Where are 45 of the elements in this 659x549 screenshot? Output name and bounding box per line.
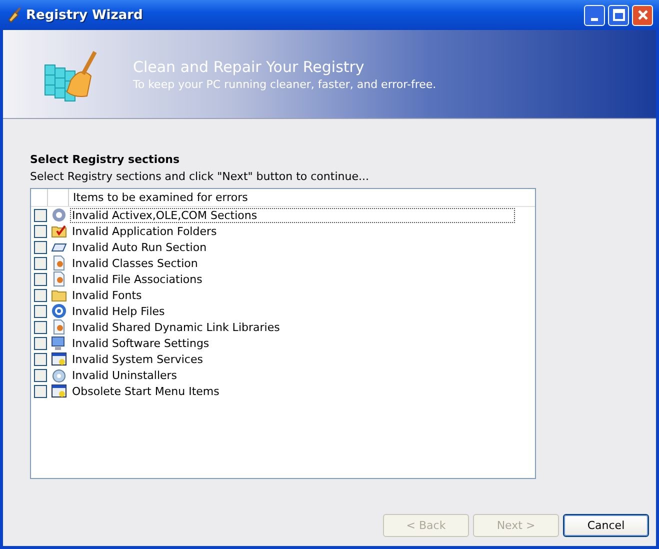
maximize-icon: [612, 9, 624, 21]
list-item[interactable]: Obsolete Start Menu Items: [70, 384, 222, 398]
disc-icon: [51, 367, 67, 383]
checkbox[interactable]: [34, 224, 47, 238]
document-icon: [51, 255, 67, 271]
checkbox[interactable]: [34, 272, 47, 286]
document-icon: [51, 271, 67, 287]
monitor-icon: [51, 335, 67, 351]
column-header[interactable]: Items to be examined for errors: [69, 189, 248, 206]
list-item[interactable]: Invalid Uninstallers: [70, 368, 180, 382]
cancel-button[interactable]: Cancel: [563, 514, 649, 537]
checkbox[interactable]: [34, 256, 47, 270]
checkbox[interactable]: [34, 384, 47, 398]
checkbox[interactable]: [34, 208, 47, 222]
folder-icon: [51, 223, 67, 239]
close-icon: [636, 9, 648, 21]
broom-icon: [6, 7, 22, 23]
list-item[interactable]: Invalid Fonts: [70, 288, 144, 302]
document-icon: [51, 319, 67, 335]
list-item[interactable]: Invalid Help Files: [70, 304, 167, 318]
window-title: Registry Wizard: [26, 8, 143, 22]
minimize-icon: [591, 18, 598, 20]
window-icon: [51, 383, 67, 399]
list-item[interactable]: Invalid Application Folders: [70, 224, 219, 238]
checkbox[interactable]: [34, 240, 47, 254]
window-icon: [51, 351, 67, 367]
list-item[interactable]: Invalid Classes Section: [70, 256, 200, 270]
list-item[interactable]: Invalid Activex,OLE,COM Sections: [70, 208, 515, 222]
minimize-button[interactable]: [584, 4, 605, 26]
checkbox[interactable]: [34, 368, 47, 382]
maximize-button[interactable]: [608, 4, 629, 26]
close-button[interactable]: [632, 4, 653, 26]
checkbox[interactable]: [34, 352, 47, 366]
instruction-text: Select Registry sections and click "Next" button to continue...: [30, 170, 370, 183]
list-item[interactable]: Invalid Software Settings: [70, 336, 212, 350]
list-item[interactable]: Invalid File Associations: [70, 272, 204, 286]
checkbox[interactable]: [34, 288, 47, 302]
checkbox[interactable]: [34, 304, 47, 318]
section-title: Select Registry sections: [30, 153, 181, 166]
list-item[interactable]: Invalid System Services: [70, 352, 205, 366]
list-item[interactable]: Invalid Auto Run Section: [70, 240, 209, 254]
list-item[interactable]: Invalid Shared Dynamic Link Libraries: [70, 320, 282, 334]
checkbox[interactable]: [34, 320, 47, 334]
header-title: Clean and Repair Your Registry: [133, 58, 366, 76]
checkbox[interactable]: [34, 336, 47, 350]
